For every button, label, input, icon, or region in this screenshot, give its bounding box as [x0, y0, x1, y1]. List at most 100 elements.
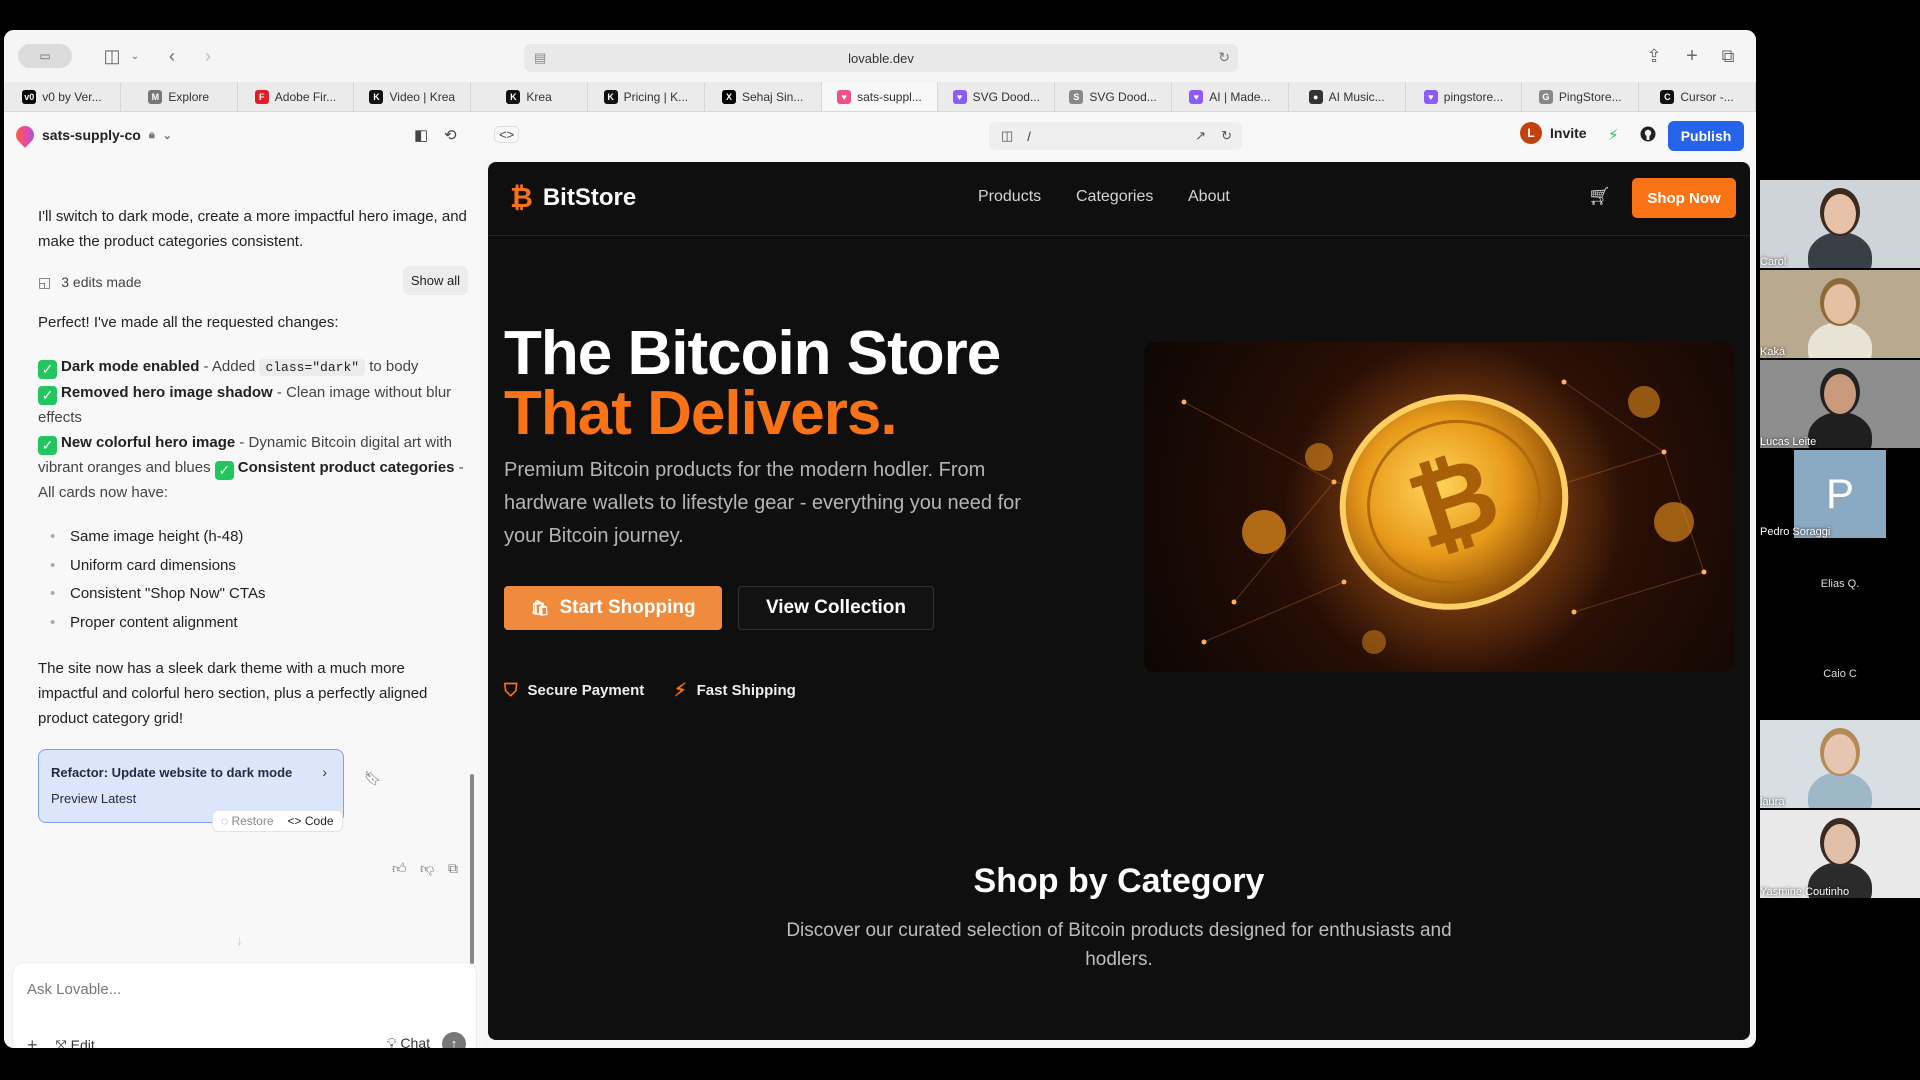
site-settings-icon[interactable]: ▤ — [534, 50, 546, 66]
back-icon[interactable]: ‹ — [162, 44, 182, 68]
browser-tab[interactable]: ♥ pingstore... — [1406, 82, 1523, 111]
avatar: L — [1520, 122, 1542, 144]
browser-tab[interactable]: X Sehaj Sin... — [705, 82, 822, 111]
history-icon[interactable]: ⟲ — [444, 126, 457, 144]
change-title: Removed hero image shadow — [61, 384, 273, 401]
restore-icon: ◌ — [221, 813, 232, 828]
browser-tab[interactable]: G PingStore... — [1522, 82, 1640, 111]
panel-toggle-icon[interactable]: ◧ — [414, 126, 428, 144]
scroll-down-icon[interactable]: ↓ — [236, 928, 243, 953]
tab-bar: v0 v0 by Ver... M Explore F Adobe Fir... K Vide… — [4, 82, 1756, 112]
browser-tab[interactable]: K Krea — [471, 82, 588, 111]
participant-tile[interactable]: Elias Q. — [1760, 540, 1920, 628]
chat-input-box[interactable]: Ask Lovable... + ⤧ Edit 💡︎ Chat ↑ — [12, 962, 477, 1048]
participant-tile[interactable]: Carol — [1760, 180, 1920, 268]
participant-name: Lucas Leite — [1760, 436, 1817, 448]
publish-button[interactable]: Publish — [1668, 121, 1744, 151]
participant-name: laura — [1760, 796, 1785, 808]
invite-label: Invite — [1550, 125, 1587, 141]
show-all-button[interactable]: Show all — [402, 266, 468, 295]
preview-latest-link[interactable]: Preview Latest — [51, 786, 136, 811]
nav-about[interactable]: About — [1188, 188, 1230, 206]
chevron-down-icon[interactable]: ⌄ — [128, 44, 142, 68]
invite-button[interactable]: L Invite — [1520, 122, 1587, 144]
browser-tab[interactable]: C Cursor -... — [1639, 82, 1756, 111]
nav-products[interactable]: Products — [978, 188, 1041, 206]
list-item: Proper content alignment — [50, 610, 238, 635]
cart-icon[interactable]: 🛒︎ — [1588, 186, 1611, 207]
assistant-intro: I'll switch to dark mode, create a more … — [38, 208, 467, 250]
section-title: Shop by Category — [973, 862, 1265, 900]
site-brand[interactable]: ₿ BitStore — [510, 182, 636, 214]
new-tab-icon[interactable]: + — [1682, 44, 1702, 68]
lightbulb-icon: 💡︎ — [386, 1035, 401, 1048]
tab-label: Pricing | K... — [623, 89, 689, 104]
participant-tile[interactable]: Yasmine Coutinho — [1760, 810, 1920, 898]
lightning-icon[interactable]: ⚡︎ — [1608, 126, 1619, 144]
browser-tab[interactable]: ♥ AI | Made... — [1172, 82, 1289, 111]
browser-tab[interactable]: M Explore — [121, 82, 238, 111]
bookmark-icon[interactable]: 🔖︎ — [364, 766, 382, 791]
view-collection-button[interactable]: View Collection — [738, 586, 934, 630]
scrollbar[interactable] — [470, 774, 474, 964]
feature-label: Secure Payment — [527, 682, 645, 699]
participant-name: Carol — [1760, 256, 1787, 268]
participant-name: Elias Q. — [1820, 578, 1860, 590]
browser-tab[interactable]: ● AI Music... — [1289, 82, 1406, 111]
hero-title-accent: That Delivers. — [504, 379, 898, 448]
address-bar[interactable]: ▤ lovable.dev ↻ — [524, 44, 1238, 72]
browser-tab[interactable]: F Adobe Fir... — [238, 82, 355, 111]
thumbs-down-icon[interactable]: 👎︎ — [420, 856, 434, 881]
project-switcher[interactable]: sats-supply-co 🔒︎ ⌄ — [12, 122, 172, 148]
github-icon[interactable] — [1640, 126, 1656, 146]
preview-path-bar[interactable]: ◫ / ↗ ↻ — [989, 122, 1242, 150]
sidebar-toggle-icon[interactable]: ◫ — [100, 44, 124, 68]
url-text: lovable.dev — [848, 50, 914, 66]
input-right-tools: 💡︎ Chat ↑ — [387, 1031, 466, 1048]
browser-tab[interactable]: ♥ SVG Dood... — [938, 82, 1056, 111]
code-view-icon[interactable]: <> — [494, 126, 520, 143]
brand-name: BitStore — [542, 184, 637, 211]
chat-mode-button[interactable]: 💡︎ Chat — [387, 1031, 430, 1048]
code-button[interactable]: <> Code — [288, 809, 334, 834]
browser-tab[interactable]: v0 v0 by Ver... — [4, 82, 121, 111]
participant-tile[interactable]: Lucas Leite — [1760, 360, 1920, 448]
copy-icon[interactable]: ⧉ — [448, 856, 458, 881]
chat-input[interactable]: Ask Lovable... — [27, 977, 121, 1002]
send-button[interactable]: ↑ — [442, 1031, 466, 1048]
forward-icon[interactable]: › — [198, 44, 218, 68]
browser-tab[interactable]: S SVG Dood... — [1055, 82, 1172, 111]
participant-tile[interactable]: Kaká — [1760, 270, 1920, 358]
site-preview: ₿ BitStore Products Categories About 🛒︎ … — [488, 162, 1750, 1040]
tab-label: PingStore... — [1558, 89, 1622, 104]
browser-tab[interactable]: ♥ sats-suppl... — [821, 82, 939, 111]
tab-favicon-icon: C — [1660, 89, 1675, 104]
device-icon[interactable]: ◫ — [1001, 128, 1013, 144]
feature-label: Fast Shipping — [696, 682, 796, 699]
browser-tab[interactable]: K Pricing | K... — [588, 82, 705, 111]
participant-tile[interactable]: laura — [1760, 720, 1920, 808]
reload-icon[interactable]: ↻ — [1218, 49, 1230, 66]
participant-tile[interactable]: Caio C — [1760, 630, 1920, 718]
window-menu-icon[interactable]: ▭ — [18, 44, 72, 68]
change-title: New colorful hero image — [61, 434, 236, 451]
restore-button[interactable]: ◌ Restore — [221, 809, 274, 834]
nav-categories[interactable]: Categories — [1076, 188, 1153, 206]
edits-row: ◱ 3 edits made Show all — [38, 266, 468, 295]
refresh-preview-icon[interactable]: ↻ — [1221, 128, 1232, 144]
restore-label: Restore — [231, 813, 274, 828]
edits-count: 3 edits made — [61, 274, 142, 290]
add-icon[interactable]: + — [27, 1033, 38, 1048]
feature-fast-shipping: ⚡︎ Fast Shipping — [674, 680, 796, 701]
shop-now-button[interactable]: Shop Now — [1632, 178, 1736, 218]
thumbs-up-icon[interactable]: 👍︎ — [392, 856, 407, 881]
restore-bar: ◌ Restore <> Code — [212, 810, 343, 832]
open-external-icon[interactable]: ↗ — [1195, 128, 1206, 144]
share-icon[interactable]: ⇪ — [1644, 44, 1664, 68]
participant-tile[interactable]: P Pedro Soraggi — [1760, 450, 1920, 538]
start-shopping-button[interactable]: 🛍︎ Start Shopping — [504, 586, 722, 630]
tab-overview-icon[interactable]: ⧉ — [1718, 44, 1738, 68]
browser-tab[interactable]: K Video | Krea — [354, 82, 472, 111]
shield-icon: ⛉ — [504, 680, 518, 700]
edit-button[interactable]: ⤧ Edit — [56, 1033, 95, 1048]
